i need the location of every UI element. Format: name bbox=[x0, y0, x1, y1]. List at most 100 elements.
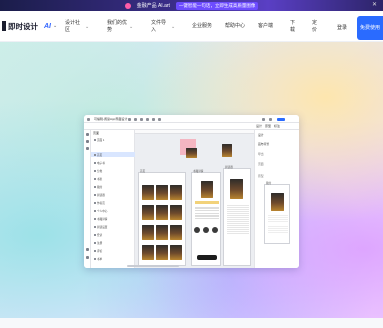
nav-item-download[interactable]: 下载 bbox=[290, 11, 298, 42]
move-tool-icon[interactable] bbox=[128, 117, 131, 121]
brand-mark-icon bbox=[2, 21, 6, 31]
frame-icon bbox=[94, 170, 96, 172]
shape-tool-icon[interactable] bbox=[140, 117, 143, 121]
layer-row[interactable]: 个人中心 bbox=[94, 209, 107, 213]
author-avatar[interactable] bbox=[203, 227, 209, 233]
screen-home[interactable]: 首页 bbox=[138, 170, 186, 266]
book-cover bbox=[156, 185, 168, 200]
layers-icon[interactable] bbox=[86, 133, 89, 136]
comment-tool-icon[interactable] bbox=[158, 117, 161, 121]
layer-row[interactable]: 阅读设置 bbox=[94, 225, 107, 229]
left-rail bbox=[84, 130, 91, 268]
layer-row[interactable]: 首页 bbox=[94, 153, 102, 157]
login-button[interactable]: 登录 bbox=[331, 17, 353, 39]
banner-headline[interactable]: 一键智能一句话，立即生成高质量图像 bbox=[175, 1, 259, 10]
page-item[interactable]: 页面 1 bbox=[94, 138, 104, 142]
frame-icon bbox=[94, 218, 96, 220]
close-icon[interactable]: ✕ bbox=[372, 1, 377, 8]
assets-icon[interactable] bbox=[86, 140, 89, 143]
share-button[interactable] bbox=[277, 117, 285, 121]
screen-profile[interactable]: 我的 bbox=[264, 182, 290, 244]
layer-row[interactable]: 我的 bbox=[94, 185, 102, 189]
book-cover bbox=[170, 185, 182, 200]
book-cover bbox=[142, 185, 154, 200]
editor-tabs: 设计 原型 标注 bbox=[84, 123, 299, 130]
layer-row[interactable]: 电子书 bbox=[94, 161, 105, 165]
horizontal-scrollbar[interactable] bbox=[127, 265, 179, 267]
screen-book-detail[interactable]: 书籍详情 bbox=[191, 170, 221, 266]
book-cover bbox=[170, 205, 182, 220]
frame-icon bbox=[94, 186, 96, 188]
screen-title: 我的 bbox=[266, 182, 272, 185]
author-avatar[interactable] bbox=[212, 227, 218, 233]
promo-banner[interactable]: 金融产品 AI.art 一键智能一句话，立即生成高质量图像 ✕ bbox=[0, 0, 383, 11]
layer-row[interactable]: 分类 bbox=[94, 169, 102, 173]
book-cover bbox=[142, 225, 154, 240]
layer-row[interactable]: 书籍详情 bbox=[94, 217, 107, 221]
layer-label: 评论 bbox=[97, 250, 103, 253]
book-cover bbox=[170, 225, 182, 240]
layers-panel: 页面 页面 1 首页 电子书 分类 书架 我的 阅读器 作者页 个人中心 书籍详… bbox=[91, 130, 135, 268]
book-cover bbox=[142, 205, 154, 220]
layers-header: 页面 bbox=[93, 131, 100, 135]
nav-item-pricing[interactable]: 定价 bbox=[312, 11, 320, 42]
props-prototype[interactable]: 原型 bbox=[258, 174, 264, 178]
book-cover bbox=[170, 245, 182, 260]
frame-icon bbox=[94, 250, 96, 252]
book-cover-large bbox=[201, 181, 213, 198]
nav-item-help[interactable]: 帮助中心 bbox=[225, 11, 245, 42]
brand-ai-label[interactable]: AI bbox=[44, 23, 51, 30]
chevron-down-icon: ⌄ bbox=[171, 23, 176, 30]
layer-row[interactable]: 登录 bbox=[94, 233, 102, 237]
layer-row[interactable]: 书单 bbox=[94, 257, 102, 261]
read-button[interactable] bbox=[197, 255, 217, 260]
nav-item-client[interactable]: 客户端 bbox=[258, 11, 274, 42]
nav-item-enterprise[interactable]: 企业服务 bbox=[192, 11, 212, 42]
screen-reader[interactable]: 阅读器 bbox=[223, 166, 251, 266]
layer-row[interactable]: 作者页 bbox=[94, 201, 105, 205]
layer-label: 作者页 bbox=[97, 202, 105, 205]
play-icon[interactable] bbox=[262, 117, 265, 121]
props-canvas-bg: 画布背景 bbox=[258, 142, 270, 146]
pen-tool-icon[interactable] bbox=[146, 117, 149, 121]
tab-design[interactable]: 设计 bbox=[256, 124, 262, 128]
settings-icon[interactable] bbox=[86, 256, 89, 259]
frame-icon bbox=[94, 178, 96, 180]
properties-panel: 设计 画布背景 导出 页面 原型 我的 bbox=[254, 130, 299, 268]
layer-row[interactable]: 书架 bbox=[94, 177, 102, 181]
layer-row[interactable]: 注册 bbox=[94, 241, 102, 245]
author-avatar[interactable] bbox=[194, 227, 200, 233]
layer-row[interactable]: 阅读器 bbox=[94, 193, 105, 197]
tab-annotate[interactable]: 标注 bbox=[274, 124, 280, 128]
frame-icon bbox=[94, 226, 96, 228]
plugins-icon[interactable] bbox=[86, 147, 89, 150]
book-cover bbox=[156, 205, 168, 220]
page-item-label: 页面 1 bbox=[97, 139, 105, 142]
nav-item-advantages[interactable]: 我们的优势 ⌄ bbox=[107, 11, 133, 42]
screen-title: 书籍详情 bbox=[193, 170, 204, 173]
layer-label: 注册 bbox=[97, 242, 103, 245]
editor-toolbar: 可编辑-阅读App界面设计 bbox=[84, 115, 299, 123]
frame-tool-icon[interactable] bbox=[134, 117, 137, 121]
nav-item-community[interactable]: 设计社区 ⌄ bbox=[65, 11, 89, 42]
layer-label: 登录 bbox=[97, 234, 103, 237]
text-tool-icon[interactable] bbox=[152, 117, 155, 121]
frame-icon bbox=[94, 210, 96, 212]
design-canvas[interactable]: 首页 书籍详情 阅读器 bbox=[135, 130, 254, 268]
layer-label: 阅读器 bbox=[97, 194, 105, 197]
props-export[interactable]: 导出 bbox=[258, 152, 264, 156]
tab-prototype[interactable]: 原型 bbox=[265, 124, 271, 128]
props-page[interactable]: 页面 bbox=[258, 162, 264, 166]
nav-item-import[interactable]: 文件导入 ⌄ bbox=[151, 11, 175, 42]
layer-row[interactable]: 评论 bbox=[94, 249, 102, 253]
frame-icon bbox=[94, 242, 96, 244]
profile-text bbox=[268, 215, 288, 235]
share-icon[interactable] bbox=[269, 117, 272, 121]
help-icon[interactable] bbox=[86, 248, 89, 251]
try-free-button[interactable]: 免费使用 bbox=[357, 16, 383, 40]
brand-logo[interactable]: 即时设计 AI ⌄ bbox=[2, 21, 57, 32]
file-name[interactable]: 可编辑-阅读App界面设计 bbox=[94, 117, 127, 121]
chevron-down-icon[interactable]: ⌄ bbox=[53, 23, 57, 29]
nav-item-label: 文件导入 bbox=[151, 19, 167, 33]
menu-icon[interactable] bbox=[87, 117, 90, 121]
